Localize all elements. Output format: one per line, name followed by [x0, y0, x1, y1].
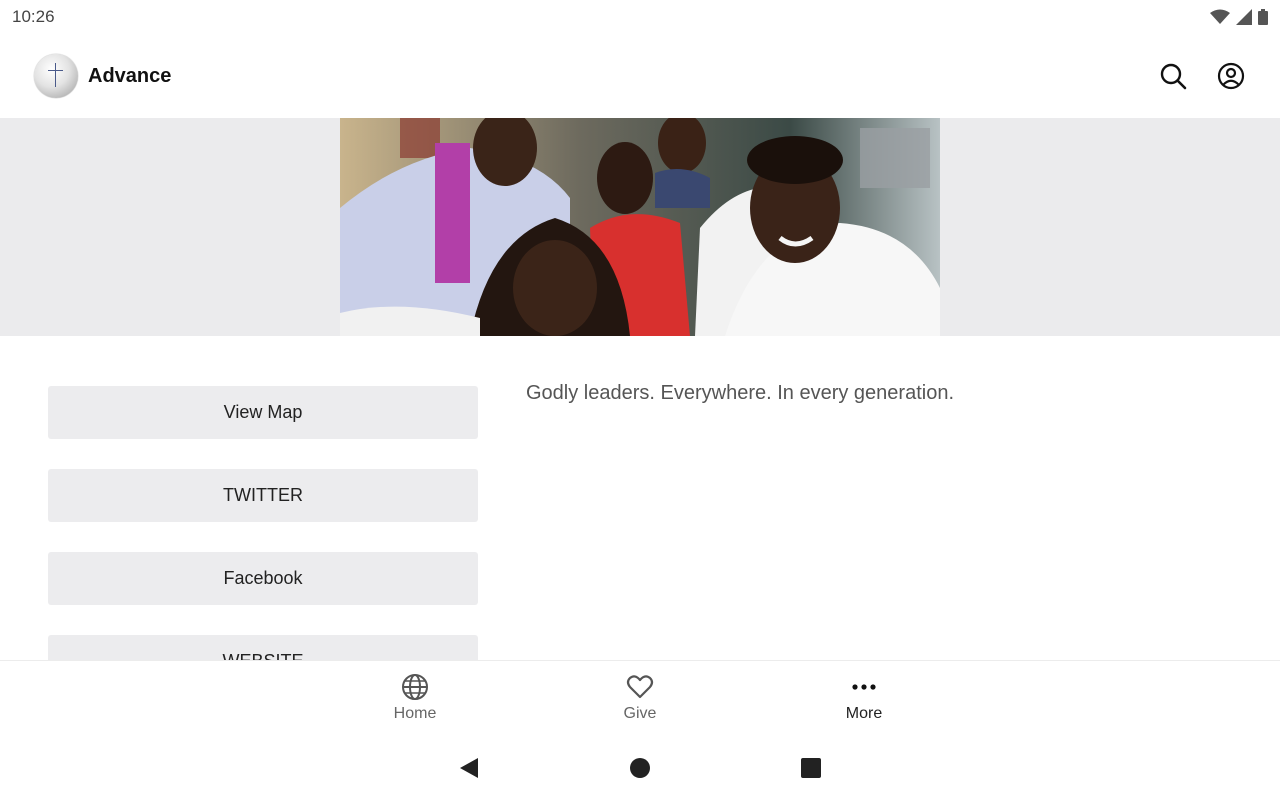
- search-icon: [1160, 63, 1187, 90]
- system-nav-bar: [0, 740, 1280, 800]
- nav-home[interactable]: Home: [360, 673, 470, 723]
- more-icon: [852, 684, 876, 690]
- status-time: 10:26: [12, 7, 55, 26]
- app-logo: [34, 54, 78, 98]
- search-button[interactable]: [1158, 61, 1188, 91]
- account-button[interactable]: [1216, 61, 1246, 91]
- bottom-nav: Home Give More: [0, 660, 1280, 740]
- link-button-list: View Map TWITTER Facebook WEBSITE: [48, 386, 478, 660]
- globe-icon: [402, 674, 428, 700]
- account-icon: [1217, 62, 1245, 90]
- nav-more[interactable]: More: [809, 673, 919, 723]
- nav-home-label: Home: [393, 705, 437, 722]
- header-actions: [1158, 61, 1246, 91]
- status-bar: 10:26: [0, 0, 1280, 34]
- wifi-icon: [1210, 9, 1230, 24]
- home-circle-icon: [630, 758, 650, 778]
- back-triangle-icon: [460, 758, 478, 778]
- group-photo-image: [340, 118, 940, 336]
- system-home-button[interactable]: [629, 756, 651, 785]
- tagline-text: Godly leaders. Everywhere. In every gene…: [526, 382, 954, 404]
- system-back-button[interactable]: [458, 756, 480, 785]
- main-content: View Map TWITTER Facebook WEBSITE Godly …: [0, 336, 1280, 660]
- twitter-button[interactable]: TWITTER: [48, 469, 478, 522]
- view-map-button[interactable]: View Map: [48, 386, 478, 439]
- nav-more-label: More: [845, 705, 883, 722]
- hero-photo: [340, 118, 940, 336]
- status-icons: [1210, 9, 1268, 25]
- facebook-button[interactable]: Facebook: [48, 552, 478, 605]
- app-title: Advance: [88, 64, 172, 87]
- nav-give[interactable]: Give: [585, 673, 695, 723]
- recents-square-icon: [801, 758, 821, 778]
- app-header: Advance: [0, 34, 1280, 118]
- website-button[interactable]: WEBSITE: [48, 635, 478, 660]
- hero-band: [0, 118, 1280, 336]
- battery-icon: [1258, 9, 1268, 25]
- heart-icon: [626, 675, 654, 699]
- nav-give-label: Give: [623, 705, 657, 722]
- cell-signal-icon: [1236, 9, 1252, 25]
- system-recents-button[interactable]: [800, 756, 822, 785]
